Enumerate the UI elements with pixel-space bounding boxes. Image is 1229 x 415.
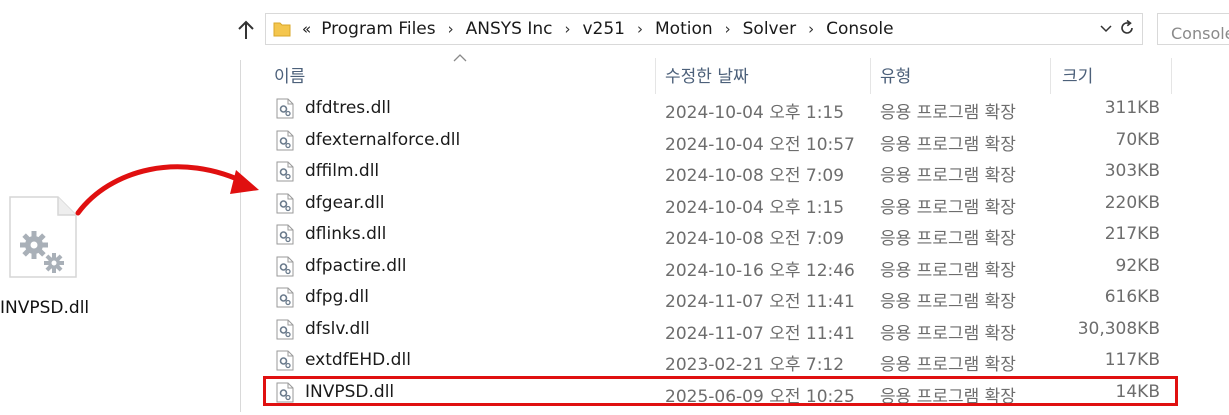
file-row[interactable]: dfpactire.dll 2024-10-16 오후 12:46 응용 프로그램 … xyxy=(272,251,1177,283)
dll-file-icon xyxy=(276,193,294,213)
file-name: extdfEHD.dll xyxy=(305,350,411,370)
column-header-type-label: 유형 xyxy=(880,66,912,87)
column-header-type[interactable]: 유형 xyxy=(880,58,1050,90)
breadcrumb-separator-icon[interactable]: › xyxy=(808,20,814,38)
breadcrumb-item[interactable]: v251 xyxy=(582,19,625,39)
file-type: 응용 프로그램 확장 xyxy=(880,355,1016,375)
file-date: 2024-10-04 오후 1:15 xyxy=(665,197,845,218)
breadcrumb-overflow[interactable]: « xyxy=(302,20,311,38)
file-size: 70KB xyxy=(1115,129,1160,150)
breadcrumb-separator-icon[interactable]: › xyxy=(637,20,643,38)
file-name: dfpactire.dll xyxy=(305,255,407,276)
breadcrumb-separator-icon[interactable]: › xyxy=(725,20,731,38)
folder-icon xyxy=(273,20,291,38)
chevron-down-icon xyxy=(1100,25,1112,33)
dll-file-icon xyxy=(276,350,294,371)
file-type: 응용 프로그램 확장 xyxy=(880,292,1016,312)
file-type: 응용 프로그램 확장 xyxy=(880,134,1016,155)
dll-file-icon xyxy=(276,224,294,245)
file-type: 응용 프로그램 확장 xyxy=(880,166,1016,186)
file-row[interactable]: dfslv.dll 2024-11-07 오전 11:41 응용 프로그램 확장 30… xyxy=(272,314,1177,346)
up-arrow-icon xyxy=(238,20,254,39)
file-row[interactable]: extdfEHD.dll 2023-02-21 오후 7:12 응용 프로그램 확장… xyxy=(272,345,1177,377)
address-dropdown-button[interactable] xyxy=(1098,20,1114,36)
column-divider[interactable] xyxy=(870,58,871,94)
file-date: 2023-02-21 오후 7:12 xyxy=(665,355,845,375)
file-name: dfexternalforce.dll xyxy=(305,129,461,150)
file-size: 217KB xyxy=(1104,224,1160,244)
file-date: 2024-10-04 오후 1:15 xyxy=(665,103,845,123)
search-placeholder: Console 검색 xyxy=(1171,24,1229,43)
file-size: 303KB xyxy=(1104,161,1160,181)
address-bar[interactable]: « Program Files › ANSYS Inc › v251 › Motion › So… xyxy=(265,13,1143,45)
breadcrumb-item[interactable]: ANSYS Inc xyxy=(466,19,553,39)
dll-gear-file-icon xyxy=(8,195,78,279)
breadcrumb-item[interactable]: Motion xyxy=(655,19,713,39)
file-row[interactable]: dfgear.dll 2024-10-04 오후 1:15 응용 프로그램 확장 22… xyxy=(272,188,1177,220)
column-header-date[interactable]: 수정한 날짜 xyxy=(665,58,870,90)
refresh-button[interactable] xyxy=(1117,18,1137,38)
column-header-size-label: 크기 xyxy=(1062,66,1094,87)
file-name: dfgear.dll xyxy=(305,192,385,213)
file-date: 2024-10-16 오후 12:46 xyxy=(665,260,855,281)
file-type: 응용 프로그램 확장 xyxy=(880,260,1016,281)
desktop-file-label: INVPSD.dll xyxy=(0,298,90,318)
file-row[interactable]: dfpg.dll 2024-11-07 오전 11:41 응용 프로그램 확장 616… xyxy=(272,282,1177,314)
dll-file-icon xyxy=(276,98,294,119)
file-size: 30,308KB xyxy=(1077,318,1160,339)
file-size: 616KB xyxy=(1104,287,1160,307)
up-folder-button[interactable] xyxy=(234,18,258,42)
breadcrumb-item[interactable]: Program Files xyxy=(321,19,435,39)
file-size: 220KB xyxy=(1104,192,1160,213)
search-input[interactable]: Console 검색 xyxy=(1157,13,1229,45)
column-divider[interactable] xyxy=(655,58,656,94)
file-row[interactable]: dfexternalforce.dll 2024-10-04 오전 10:57 응용… xyxy=(272,125,1177,157)
file-type: 응용 프로그램 확장 xyxy=(880,323,1016,344)
file-type: 응용 프로그램 확장 xyxy=(880,229,1016,249)
column-header-date-label: 수정한 날짜 xyxy=(665,66,749,87)
file-row[interactable]: dfdtres.dll 2024-10-04 오후 1:15 응용 프로그램 확장 3… xyxy=(272,93,1177,125)
file-name: dflinks.dll xyxy=(305,224,387,244)
drag-arrow xyxy=(75,164,259,216)
breadcrumb-separator-icon[interactable]: › xyxy=(564,20,570,38)
file-name: dfslv.dll xyxy=(305,318,370,339)
file-date: 2024-10-04 오전 10:57 xyxy=(665,134,855,155)
file-row[interactable]: dflinks.dll 2024-10-08 오전 7:09 응용 프로그램 확장 2… xyxy=(272,219,1177,251)
pane-divider xyxy=(240,60,241,412)
file-date: 2024-11-07 오전 11:41 xyxy=(665,323,855,344)
dll-file-icon xyxy=(276,161,294,182)
breadcrumb-item[interactable]: Console xyxy=(826,19,894,39)
column-divider[interactable] xyxy=(1171,58,1172,94)
dll-file-icon xyxy=(276,287,294,308)
column-divider[interactable] xyxy=(1050,58,1051,94)
file-date: 2024-10-08 오전 7:09 xyxy=(665,229,845,249)
file-name: dfpg.dll xyxy=(305,287,369,307)
refresh-icon xyxy=(1121,19,1133,34)
column-header-name[interactable]: 이름 xyxy=(274,58,654,90)
column-header-size[interactable]: 크기 xyxy=(1062,58,1170,90)
file-type: 응용 프로그램 확장 xyxy=(880,197,1016,218)
file-size: 92KB xyxy=(1115,255,1160,276)
file-row[interactable]: dffilm.dll 2024-10-08 오전 7:09 응용 프로그램 확장 30… xyxy=(272,156,1177,188)
dll-file-icon xyxy=(276,319,294,339)
file-size: 311KB xyxy=(1104,98,1160,118)
breadcrumb: « Program Files › ANSYS Inc › v251 › Motion › So… xyxy=(302,14,894,44)
file-date: 2024-10-08 오전 7:09 xyxy=(665,166,845,186)
highlight-box xyxy=(263,376,1178,406)
column-header-name-label: 이름 xyxy=(274,66,306,87)
file-size: 117KB xyxy=(1104,350,1160,370)
file-date: 2024-11-07 오전 11:41 xyxy=(665,292,855,312)
breadcrumb-item[interactable]: Solver xyxy=(743,19,796,39)
file-name: dffilm.dll xyxy=(305,161,380,181)
dll-file-icon xyxy=(276,256,294,276)
file-name: dfdtres.dll xyxy=(305,98,391,118)
breadcrumb-separator-icon[interactable]: › xyxy=(448,20,454,38)
dll-file-icon xyxy=(276,130,294,150)
file-type: 응용 프로그램 확장 xyxy=(880,103,1016,123)
